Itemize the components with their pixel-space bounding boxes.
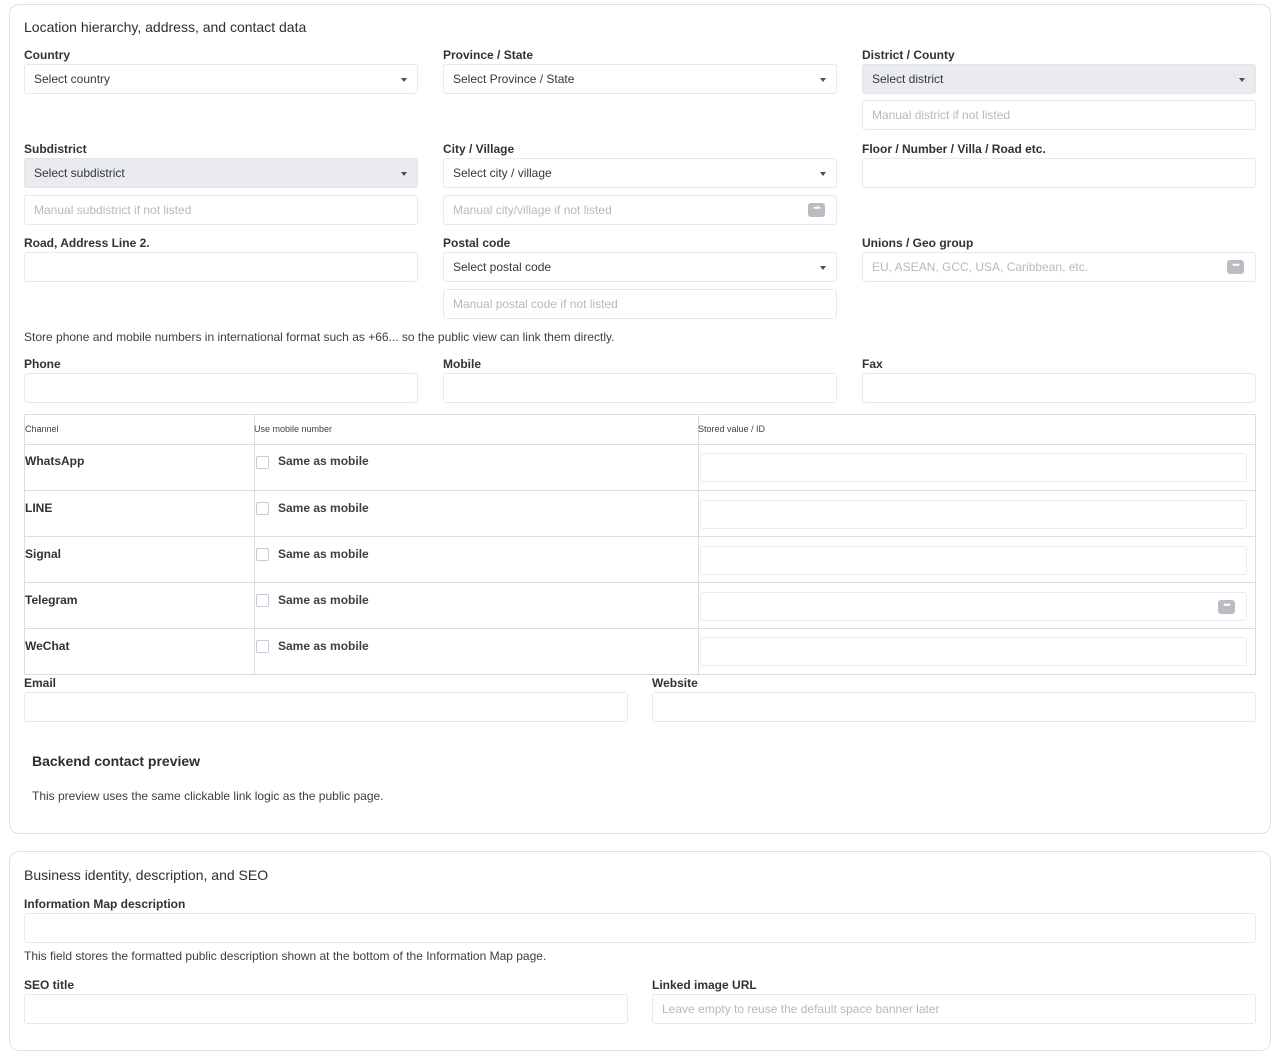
map-description-input[interactable]	[24, 913, 1256, 943]
postal-label: Postal code	[443, 236, 511, 250]
province-select-value: Select Province / State	[453, 72, 575, 86]
district-label: District / County	[862, 48, 955, 62]
channel-name-signal: Signal	[25, 547, 62, 561]
email-label: Email	[24, 676, 57, 690]
caret-down-icon	[820, 266, 826, 270]
seo-title-label: SEO title	[24, 978, 75, 992]
district-select-value: Select district	[872, 72, 944, 86]
table-divider	[698, 415, 699, 674]
fax-input[interactable]	[862, 373, 1256, 403]
floor-label: Floor / Number / Villa / Road etc.	[862, 142, 1046, 156]
city-manual-input[interactable]: Manual city/village if not listed •••	[443, 195, 837, 225]
unions-placeholder: EU, ASEAN, GCC, USA, Caribbean, etc.	[872, 260, 1089, 274]
more-dots-icon[interactable]: •••	[808, 203, 825, 217]
same-as-mobile-checkbox-signal[interactable]	[256, 548, 269, 561]
caret-down-icon	[401, 172, 407, 176]
line-value-input[interactable]	[700, 500, 1247, 529]
linked-image-label: Linked image URL	[652, 978, 757, 992]
phone-input[interactable]	[24, 373, 418, 403]
column-header-stored-value: Stored value / ID	[698, 424, 766, 434]
channel-name-wechat: WeChat	[25, 639, 70, 653]
subdistrict-select-value: Select subdistrict	[34, 166, 125, 180]
whatsapp-value-input[interactable]	[700, 453, 1247, 482]
seo-title-input[interactable]	[24, 994, 628, 1024]
same-as-mobile-label: Same as mobile	[278, 593, 369, 607]
unions-input[interactable]: EU, ASEAN, GCC, USA, Caribbean, etc. •••	[862, 252, 1256, 282]
email-input[interactable]	[24, 692, 628, 722]
city-select-value: Select city / village	[453, 166, 552, 180]
caret-down-icon	[820, 172, 826, 176]
channel-name-line: LINE	[25, 501, 53, 515]
mobile-label: Mobile	[443, 357, 481, 371]
same-as-mobile-label: Same as mobile	[278, 454, 369, 468]
country-select[interactable]: Select country	[24, 64, 418, 94]
column-header-channel: Channel	[25, 424, 59, 434]
same-as-mobile-checkbox-whatsapp[interactable]	[256, 456, 269, 469]
province-label: Province / State	[443, 48, 534, 62]
same-as-mobile-checkbox-line[interactable]	[256, 502, 269, 515]
linked-image-placeholder: Leave empty to reuse the default space b…	[662, 1002, 940, 1016]
city-manual-placeholder: Manual city/village if not listed	[453, 203, 612, 217]
fax-label: Fax	[862, 357, 883, 371]
table-divider	[25, 582, 1255, 583]
table-divider	[254, 415, 255, 674]
table-divider	[25, 490, 1255, 491]
postal-select-value: Select postal code	[453, 260, 552, 274]
mobile-input[interactable]	[443, 373, 837, 403]
district-manual-input[interactable]: Manual district if not listed	[862, 100, 1256, 130]
caret-down-icon	[820, 78, 826, 82]
table-divider	[25, 536, 1255, 537]
caret-down-icon	[1239, 78, 1245, 82]
telegram-value-input[interactable]: •••	[700, 592, 1247, 621]
subdistrict-select[interactable]: Select subdistrict	[24, 158, 418, 188]
contact-preview-title: Backend contact preview	[32, 753, 201, 769]
country-select-value: Select country	[34, 72, 111, 86]
country-label: Country	[24, 48, 70, 62]
same-as-mobile-checkbox-telegram[interactable]	[256, 594, 269, 607]
signal-value-input[interactable]	[700, 546, 1247, 575]
district-manual-placeholder: Manual district if not listed	[872, 108, 1011, 122]
same-as-mobile-label: Same as mobile	[278, 639, 369, 653]
messaging-channels-table: Channel Use mobile number Stored value /…	[24, 414, 1256, 675]
linked-image-input[interactable]: Leave empty to reuse the default space b…	[652, 994, 1256, 1024]
phone-label: Phone	[24, 357, 61, 371]
subdistrict-label: Subdistrict	[24, 142, 87, 156]
subdistrict-manual-placeholder: Manual subdistrict if not listed	[34, 203, 192, 217]
unions-label: Unions / Geo group	[862, 236, 974, 250]
postal-select[interactable]: Select postal code	[443, 252, 837, 282]
city-select[interactable]: Select city / village	[443, 158, 837, 188]
same-as-mobile-checkbox-wechat[interactable]	[256, 640, 269, 653]
road-label: Road, Address Line 2.	[24, 236, 150, 250]
table-divider	[25, 628, 1255, 629]
province-select[interactable]: Select Province / State	[443, 64, 837, 94]
column-header-use-mobile: Use mobile number	[254, 424, 333, 434]
caret-down-icon	[401, 78, 407, 82]
road-input[interactable]	[24, 252, 418, 282]
district-select[interactable]: Select district	[862, 64, 1256, 94]
phone-format-hint: Store phone and mobile numbers in intern…	[24, 330, 615, 344]
city-label: City / Village	[443, 142, 515, 156]
subdistrict-manual-input[interactable]: Manual subdistrict if not listed	[24, 195, 418, 225]
postal-manual-placeholder: Manual postal code if not listed	[453, 297, 618, 311]
section-title-business: Business identity, description, and SEO	[24, 867, 269, 883]
more-dots-icon[interactable]: •••	[1227, 260, 1244, 274]
channel-name-telegram: Telegram	[25, 593, 78, 607]
website-input[interactable]	[652, 692, 1256, 722]
postal-manual-input[interactable]: Manual postal code if not listed	[443, 289, 837, 319]
website-label: Website	[652, 676, 698, 690]
wechat-value-input[interactable]	[700, 637, 1247, 666]
more-dots-icon[interactable]: •••	[1218, 600, 1235, 614]
contact-preview-text: This preview uses the same clickable lin…	[32, 789, 384, 803]
map-description-label: Information Map description	[24, 897, 186, 911]
table-divider	[25, 444, 1255, 445]
channel-name-whatsapp: WhatsApp	[25, 454, 85, 468]
section-title-location: Location hierarchy, address, and contact…	[24, 19, 307, 35]
map-description-hint: This field stores the formatted public d…	[24, 949, 547, 963]
same-as-mobile-label: Same as mobile	[278, 501, 369, 515]
floor-input[interactable]	[862, 158, 1256, 188]
same-as-mobile-label: Same as mobile	[278, 547, 369, 561]
